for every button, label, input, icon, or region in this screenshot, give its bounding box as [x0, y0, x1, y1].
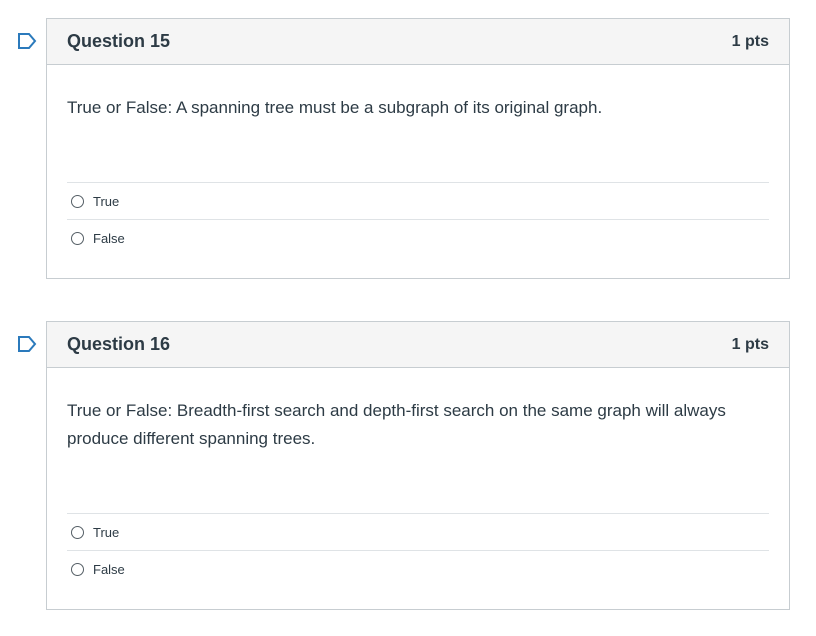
- question-title: Question 16: [67, 334, 171, 354]
- answer-label: False: [93, 231, 125, 246]
- question-body: True or False: A spanning tree must be a…: [47, 94, 789, 257]
- answer-option-false[interactable]: False: [67, 220, 769, 257]
- answer-label: True: [93, 524, 120, 540]
- answer-label: False: [93, 562, 125, 577]
- question-body: True or False: Breadth-first search and …: [47, 397, 789, 588]
- question-title: Question 15: [67, 31, 171, 51]
- flag-question-icon[interactable]: [17, 336, 37, 352]
- radio-button[interactable]: [71, 232, 84, 245]
- radio-button[interactable]: [71, 194, 84, 208]
- radio-button[interactable]: [71, 563, 84, 576]
- answer-option-false[interactable]: False: [67, 551, 769, 588]
- answer-option-true[interactable]: True: [67, 183, 769, 220]
- question-header: Question 16 1 pts: [47, 322, 789, 368]
- question-points: 1 pts: [731, 32, 769, 50]
- question-text: True or False: A spanning tree must be a…: [67, 98, 603, 117]
- question-card-16: Question 16 1 pts True or False: Breadth…: [18, 321, 790, 610]
- radio-button[interactable]: [71, 525, 84, 539]
- question-text: True or False: Breadth-first search and …: [67, 401, 726, 448]
- answer-option-true[interactable]: True: [67, 514, 769, 551]
- question-header: Question 15 1 pts: [47, 19, 789, 65]
- answer-label: True: [93, 193, 120, 209]
- question-points: 1 pts: [731, 335, 769, 353]
- answer-list: True False: [67, 513, 769, 588]
- answer-list: True False: [67, 182, 769, 257]
- flag-question-icon[interactable]: [17, 33, 37, 49]
- question-card-15: Question 15 1 pts True or False: A spann…: [18, 18, 790, 279]
